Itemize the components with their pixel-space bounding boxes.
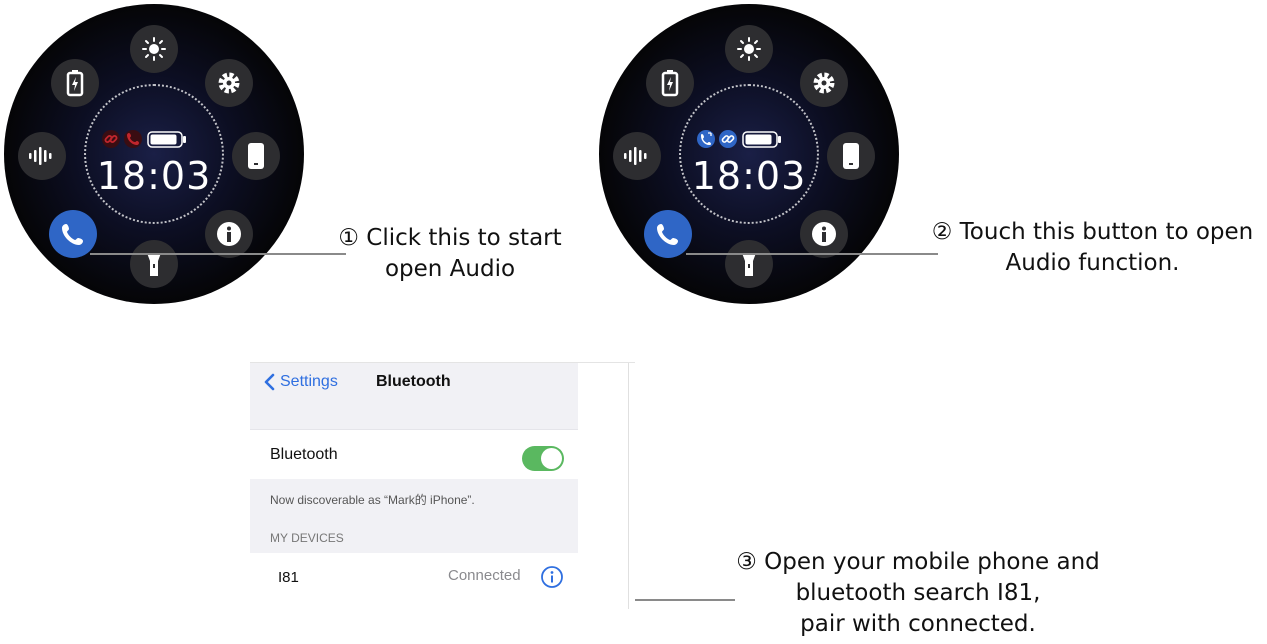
step1-line1: ① Click this to start (338, 225, 562, 251)
info-circle-icon[interactable] (540, 565, 564, 589)
step1-line2: open Audio (384, 256, 516, 282)
back-button[interactable]: Settings (264, 373, 338, 391)
status-bar (102, 130, 212, 150)
step2-line2: Audio function. (1005, 250, 1180, 276)
watch-face-2: 18:03 (599, 4, 899, 304)
call-icon (62, 224, 83, 245)
call-audio-button[interactable] (49, 210, 97, 258)
info-icon (217, 222, 241, 246)
step3-caption: ③ Open your mobile phone and bluetooth s… (718, 547, 1118, 640)
battery-saver-icon (66, 70, 84, 97)
divider (628, 363, 629, 609)
clock-time: 18:03 (691, 154, 807, 198)
page-title: Bluetooth (376, 373, 451, 390)
status-bar (697, 130, 807, 150)
battery-saver-button[interactable] (51, 59, 99, 107)
step3-line2: bluetooth search I81, (795, 580, 1041, 606)
battery-saver-button[interactable] (646, 59, 694, 107)
step2-caption: ② Touch this button to open Audio functi… (920, 217, 1265, 279)
clock-time: 18:03 (96, 154, 212, 198)
link-icon (719, 130, 737, 148)
callout-line-2 (686, 253, 938, 255)
step2-line1: ② Touch this button to open (931, 219, 1254, 245)
battery-icon (147, 131, 186, 148)
chevron-left-icon (264, 373, 275, 391)
discoverable-text: Now discoverable as “Mark的 iPhone”. (270, 493, 475, 507)
callout-line-1 (90, 253, 346, 255)
watch-face-1: 18:03 (4, 4, 304, 304)
info-button[interactable] (800, 210, 848, 258)
battery-saver-icon (661, 70, 679, 97)
step3-line1: ③ Open your mobile phone and (736, 549, 1100, 575)
call-audio-button[interactable] (644, 210, 692, 258)
settings-button[interactable] (800, 59, 848, 107)
info-icon (812, 222, 836, 246)
device-row[interactable]: I81 Connected (250, 553, 578, 609)
brightness-button[interactable] (130, 25, 178, 73)
step1-caption: ① Click this to start open Audio (330, 223, 570, 285)
bluetooth-row: Bluetooth (250, 429, 578, 480)
discoverable-footer: Now discoverable as “Mark的 iPhone”. (250, 479, 578, 521)
toggle-knob (541, 448, 562, 469)
bluetooth-label: Bluetooth (270, 446, 338, 463)
phone-bluetooth-screen: Settings Bluetooth Bluetooth Now discove… (250, 362, 635, 609)
settings-icon (218, 72, 240, 94)
section-header: MY DEVICES (270, 531, 344, 545)
brightness-button[interactable] (725, 25, 773, 73)
phone-off-icon (124, 130, 142, 148)
bluetooth-toggle[interactable] (522, 446, 564, 471)
phone-connected-icon (697, 130, 715, 148)
device-status: Connected (448, 567, 521, 584)
flashlight-button[interactable] (725, 240, 773, 288)
section-header-band: MY DEVICES (250, 521, 578, 553)
brightness-icon (737, 37, 761, 61)
settings-icon (813, 72, 835, 94)
brightness-icon (142, 37, 166, 61)
link-off-icon (102, 130, 120, 148)
info-button[interactable] (205, 210, 253, 258)
step3-line3: pair with connected. (800, 611, 1036, 637)
back-label: Settings (280, 373, 338, 390)
flashlight-button[interactable] (130, 240, 178, 288)
battery-icon (742, 131, 781, 148)
device-name: I81 (278, 569, 299, 586)
call-icon (657, 224, 678, 245)
settings-button[interactable] (205, 59, 253, 107)
nav-bar: Settings Bluetooth (250, 363, 578, 429)
